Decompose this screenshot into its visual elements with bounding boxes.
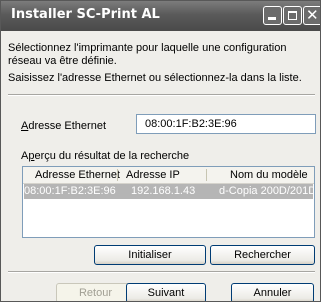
column-divider: [117, 169, 118, 181]
next-button[interactable]: Suivant: [126, 283, 206, 301]
intro-text: Sélectionnez l'imprimante pour laquelle …: [8, 42, 287, 67]
search-results-list[interactable]: Adresse Ethernet Adresse IP Nom du modèl…: [22, 166, 315, 238]
column-header-ethernet[interactable]: Adresse Ethernet: [35, 167, 120, 183]
cell-ip: 192.168.1.43: [131, 185, 196, 197]
column-divider: [206, 169, 207, 181]
table-row[interactable]: 08:00:1F:B2:3E:96 192.168.1.43 d-Copia 2…: [24, 184, 315, 199]
column-header-ip[interactable]: Adresse IP: [126, 167, 180, 183]
maximize-button[interactable]: [283, 6, 302, 25]
search-preview-label: Aperçu du résultat de la recherche: [21, 150, 190, 162]
cell-ethernet: 08:00:1F:B2:3E:96: [24, 185, 116, 197]
back-button: Retour: [56, 283, 135, 301]
top-divider: [8, 94, 315, 96]
minimize-button[interactable]: [263, 6, 282, 25]
cancel-button[interactable]: Annuler: [231, 283, 314, 301]
search-button[interactable]: Rechercher: [210, 245, 315, 265]
ethernet-address-input[interactable]: [136, 114, 316, 134]
bottom-divider: [8, 271, 315, 273]
search-preview-label-text: erçu du résultat de la recherche: [34, 150, 190, 162]
installer-window: Installer SC-Print AL ✕ Sélectionnez l'i…: [0, 0, 321, 302]
title-bar[interactable]: Installer SC-Print AL ✕: [1, 1, 320, 31]
window-title: Installer SC-Print AL: [11, 7, 160, 22]
column-header-model[interactable]: Nom du modèle: [230, 167, 308, 183]
close-button[interactable]: ✕: [303, 6, 320, 25]
list-header: Adresse Ethernet Adresse IP Nom du modèl…: [23, 167, 314, 184]
ethernet-label-text: dresse Ethernet: [28, 120, 106, 132]
minimize-icon: [268, 17, 276, 20]
initialize-button[interactable]: Initialiser: [94, 245, 206, 265]
ethernet-label: Adresse Ethernet: [21, 120, 106, 132]
cell-model: d-Copia 200D/201D: [219, 185, 315, 197]
instruction-text: Saisissez l'adresse Ethernet ou sélectio…: [8, 72, 302, 84]
close-icon: ✕: [306, 6, 319, 24]
maximize-icon: [288, 11, 297, 20]
